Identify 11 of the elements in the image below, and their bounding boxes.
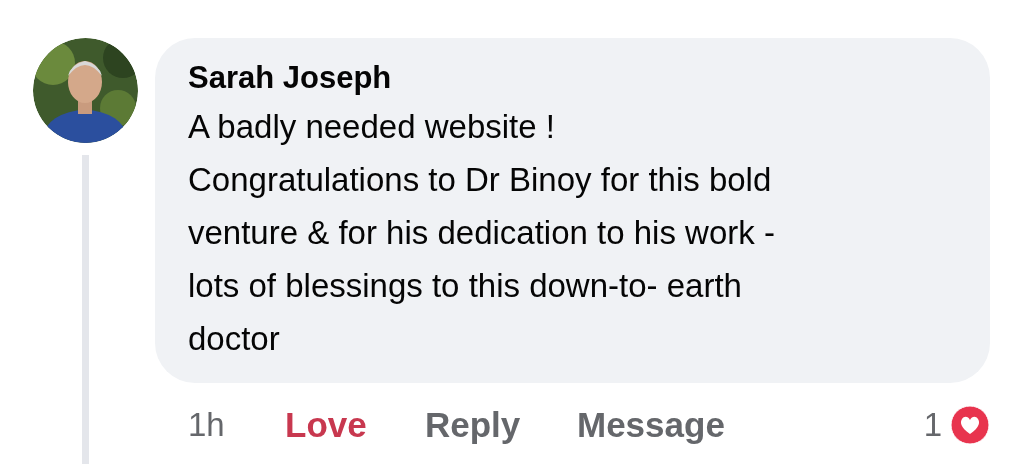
action-link[interactable]: Message bbox=[577, 398, 777, 452]
comment-text-line: A badly needed website ! bbox=[188, 107, 555, 147]
action-link[interactable]: Reply bbox=[425, 398, 577, 452]
action-link[interactable]: Love bbox=[285, 398, 425, 452]
comment-text-line: doctor bbox=[188, 319, 280, 359]
reaction-count[interactable]: 1 bbox=[923, 400, 942, 450]
comment-text-line: Congratulations to Dr Binoy for this bold bbox=[188, 160, 772, 200]
timestamp[interactable]: 1h bbox=[188, 400, 285, 450]
author-name[interactable]: Sarah Joseph bbox=[188, 56, 392, 100]
comment-text-line: venture & for his dedication to his work - bbox=[188, 213, 775, 253]
comment-text-line: lots of blessings to this down-to- earth bbox=[188, 266, 742, 306]
